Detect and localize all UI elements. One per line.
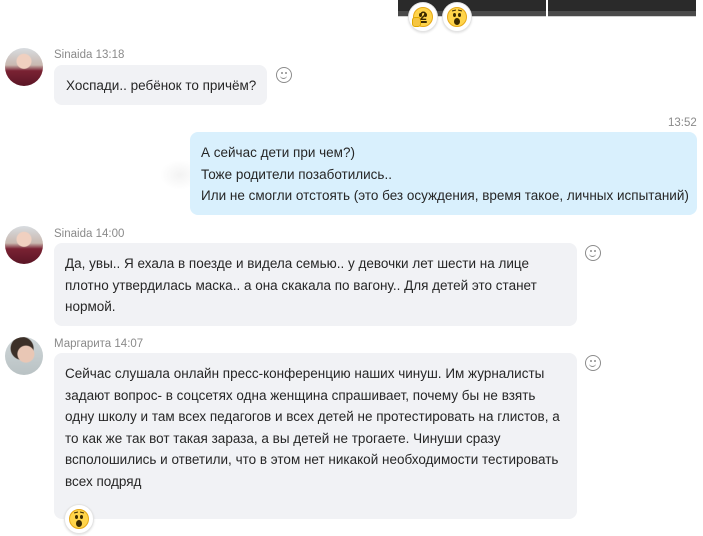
- reaction-count: 2: [420, 9, 427, 23]
- message-bubble[interactable]: Да, увы.. Я ехала в поезде и видела семь…: [54, 243, 577, 326]
- message-text: одну школу и там всех педагогов и всех д…: [65, 409, 560, 424]
- avatar[interactable]: [5, 48, 43, 86]
- message-text: нормой.: [65, 299, 116, 314]
- image-thumbnail[interactable]: [548, 0, 696, 17]
- message-bubble[interactable]: Сейчас слушала онлайн пресс-конференцию …: [54, 353, 577, 519]
- message-bubble[interactable]: Хоспади.. ребёнок то причём?: [54, 65, 267, 105]
- face-screaming-emoji-icon: [69, 509, 89, 529]
- reaction-chip[interactable]: [442, 2, 472, 32]
- message-text: А сейчас дети при чем?): [201, 145, 355, 160]
- message-text: Да, увы.. Я ехала в поезде и видела семь…: [65, 256, 529, 271]
- message-bubble-outgoing[interactable]: А сейчас дети при чем?) Тоже родители по…: [190, 132, 697, 215]
- add-reaction-smiley-icon[interactable]: [585, 355, 601, 371]
- message-time: 13:52: [668, 117, 697, 129]
- sender-name: Sinaida: [54, 228, 93, 240]
- message-text: задают вопрос- в соцсетях одна женщина с…: [65, 387, 536, 403]
- reaction-chip[interactable]: [64, 504, 94, 534]
- message-text: всех подряд: [65, 473, 142, 489]
- message-time: 14:07: [114, 338, 144, 350]
- message-text: Хоспади.. ребёнок то причём?: [66, 78, 257, 93]
- face-screaming-emoji-icon: [447, 7, 467, 27]
- message-text: Сейчас слушала онлайн пресс-конференцию …: [65, 366, 545, 381]
- sender-name: Sinaida: [54, 49, 93, 61]
- add-reaction-smiley-icon[interactable]: [276, 67, 292, 83]
- avatar[interactable]: [5, 226, 43, 264]
- add-reaction-smiley-icon[interactable]: [585, 245, 601, 261]
- message-text: всполошились и ответили, что в этом нет …: [65, 452, 559, 467]
- message-text: Или не смогли отстоять (это без осуждени…: [201, 188, 689, 203]
- reaction-chip[interactable]: 2: [408, 2, 438, 32]
- message-meta: Sinaida 14:00: [54, 228, 124, 240]
- message-text: Тоже родители позаботились..: [201, 166, 392, 182]
- sender-name: Маргарита: [54, 338, 112, 350]
- message-text: то как же так вот такая зараза, а вы дет…: [65, 430, 501, 446]
- message-time: 14:00: [95, 228, 125, 240]
- message-meta: Sinaida 13:18: [54, 49, 124, 61]
- message-meta: Маргарита 14:07: [54, 338, 143, 350]
- message-time: 13:18: [95, 49, 125, 61]
- message-text: плотно утвердилась маска.. а она скакала…: [65, 277, 537, 293]
- avatar[interactable]: [5, 337, 43, 375]
